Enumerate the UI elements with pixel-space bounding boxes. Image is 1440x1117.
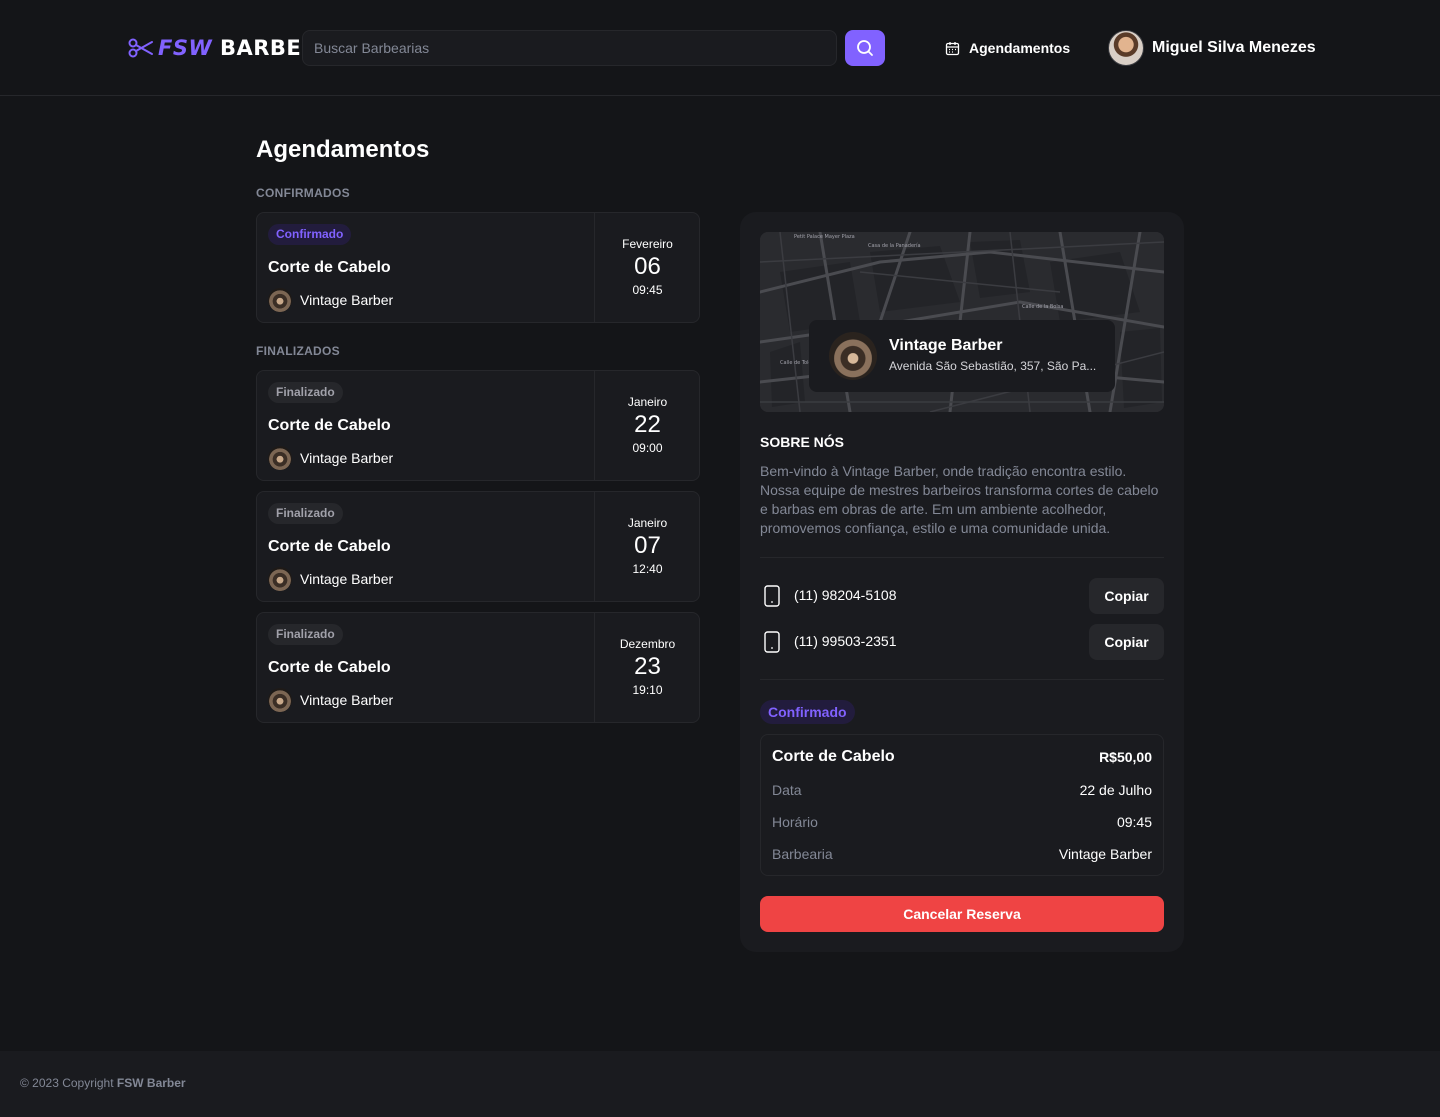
shop-avatar <box>268 446 292 470</box>
booking-date: Janeiro 07 12:40 <box>595 492 700 601</box>
booking-day: 06 <box>634 253 661 280</box>
avatar <box>1108 30 1144 66</box>
logo[interactable]: FSW BARBER <box>128 36 318 60</box>
booking-time: 09:00 <box>632 441 663 455</box>
status-badge: Finalizado <box>268 503 343 524</box>
divider <box>760 679 1164 680</box>
about-title: SOBRE NÓS <box>760 434 845 450</box>
booking-month: Janeiro <box>627 395 668 409</box>
status-badge: Finalizado <box>268 382 343 403</box>
booking-day: 22 <box>634 411 661 438</box>
booking-shop-name: Vintage Barber <box>300 450 394 466</box>
nav-bookings-link[interactable]: Agendamentos <box>945 38 1070 58</box>
status-badge: Confirmado <box>268 224 352 245</box>
phone-number: (11) 99503-2351 <box>794 633 897 649</box>
booking-card-finished[interactable]: Finalizado Corte de Cabelo Vintage Barbe… <box>256 370 700 481</box>
booking-shop: Vintage Barber <box>268 288 393 312</box>
booking-month: Fevereiro <box>622 237 673 251</box>
booking-service: Corte de Cabelo <box>268 659 391 676</box>
booking-shop: Vintage Barber <box>268 688 393 712</box>
summary-row-date: Data 22 de Julho <box>772 782 1152 800</box>
map-label: Casa de la Panadería <box>868 242 921 249</box>
smartphone-icon <box>764 585 780 607</box>
smartphone-icon <box>764 631 780 653</box>
logo-text: FSW BARBER <box>158 36 318 60</box>
copy-phone-button[interactable]: Copiar <box>1089 624 1164 660</box>
summary-label: Data <box>772 782 802 798</box>
summary-row-shop: Barbearia Vintage Barber <box>772 846 1152 864</box>
booking-service: Corte de Cabelo <box>268 259 391 276</box>
phone-row: (11) 98204-5108 Copiar <box>760 578 1164 614</box>
summary-price: R$50,00 <box>1099 749 1152 765</box>
booking-service: Corte de Cabelo <box>268 417 391 434</box>
summary-label: Horário <box>772 814 818 830</box>
booking-service: Corte de Cabelo <box>268 538 391 555</box>
summary-row-time: Horário 09:45 <box>772 814 1152 832</box>
booking-day: 23 <box>634 653 661 680</box>
calendar-icon <box>945 41 960 55</box>
shop-avatar <box>268 567 292 591</box>
shop-name: Vintage Barber <box>889 337 1003 354</box>
phone-row: (11) 99503-2351 Copiar <box>760 624 1164 660</box>
booking-date: Dezembro 23 19:10 <box>595 613 700 722</box>
search-input[interactable]: Buscar Barbearias <box>302 30 837 66</box>
booking-time: 12:40 <box>632 562 663 576</box>
cancel-booking-button[interactable]: Cancelar Reserva <box>760 896 1164 932</box>
scissors-logo-icon <box>128 38 153 58</box>
summary-label: Barbearia <box>772 846 833 862</box>
shop-avatar <box>268 288 292 312</box>
confirmed-section-label: CONFIRMADOS <box>256 186 350 200</box>
header: FSW BARBER Buscar Barbearias Agendamento… <box>0 0 1440 96</box>
map-label: Calle de la Bolsa <box>1022 304 1063 310</box>
user-name: Miguel Silva Menezes <box>1152 39 1316 56</box>
status-badge: Confirmado <box>760 700 855 724</box>
finished-section-label: FINALIZADOS <box>256 344 340 358</box>
summary-service: Corte de Cabelo <box>772 748 895 765</box>
booking-shop-name: Vintage Barber <box>300 571 394 587</box>
booking-shop-name: Vintage Barber <box>300 692 394 708</box>
summary-value: 22 de Julho <box>1079 782 1152 798</box>
user-menu[interactable]: Miguel Silva Menezes <box>1108 30 1316 66</box>
booking-date: Janeiro 22 09:00 <box>595 371 700 480</box>
booking-shop-name: Vintage Barber <box>300 292 394 308</box>
map-label: Petit Palace Mayer Plaza <box>794 234 855 240</box>
booking-date: Fevereiro 06 09:45 <box>595 213 700 322</box>
summary-value: 09:45 <box>1116 814 1152 830</box>
shop-address: Avenida São Sebastião, 357, São Pa... <box>889 359 1097 373</box>
booking-day: 07 <box>634 532 661 559</box>
booking-summary: Corte de Cabelo R$50,00 Data 22 de Julho… <box>760 734 1164 876</box>
shop-avatar <box>268 688 292 712</box>
search-icon <box>857 40 873 56</box>
about-text: Bem-vindo à Vintage Barber, onde tradiçã… <box>760 463 1159 536</box>
summary-value: Vintage Barber <box>1058 846 1152 862</box>
booking-shop: Vintage Barber <box>268 567 393 591</box>
copyright-text: © 2023 Copyright FSW Barber <box>20 1076 186 1090</box>
copy-phone-button[interactable]: Copiar <box>1089 578 1164 614</box>
booking-shop: Vintage Barber <box>268 446 393 470</box>
booking-month: Janeiro <box>627 516 668 530</box>
booking-time: 09:45 <box>632 283 663 297</box>
nav-bookings-label: Agendamentos <box>969 40 1071 56</box>
status-badge: Finalizado <box>268 624 343 645</box>
search-button[interactable] <box>845 30 885 66</box>
footer: © 2023 Copyright FSW Barber <box>0 1051 1440 1117</box>
booking-card-finished[interactable]: Finalizado Corte de Cabelo Vintage Barbe… <box>256 491 700 602</box>
map[interactable]: Petit Palace Mayer Plaza Casa de la Pana… <box>760 232 1164 412</box>
booking-details-panel: Petit Palace Mayer Plaza Casa de la Pana… <box>740 212 1184 952</box>
divider <box>760 557 1164 558</box>
phone-number: (11) 98204-5108 <box>794 587 897 603</box>
booking-time: 19:10 <box>632 683 663 697</box>
map-shop-card: Vintage Barber Avenida São Sebastião, 35… <box>809 320 1115 392</box>
shop-avatar <box>829 332 877 380</box>
booking-card-confirmed[interactable]: Confirmado Corte de Cabelo Vintage Barbe… <box>256 212 700 323</box>
booking-card-finished[interactable]: Finalizado Corte de Cabelo Vintage Barbe… <box>256 612 700 723</box>
booking-month: Dezembro <box>619 637 676 651</box>
page-title: Agendamentos <box>256 136 430 163</box>
